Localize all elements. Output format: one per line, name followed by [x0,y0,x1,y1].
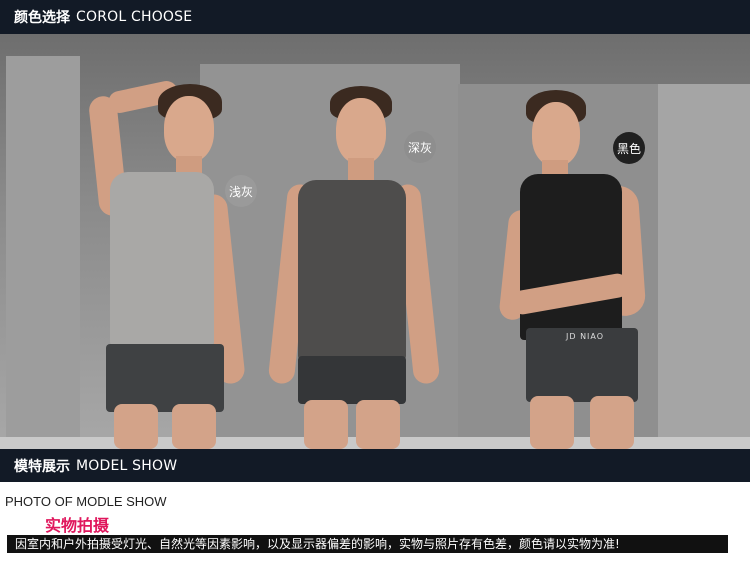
caption-en: PHOTO OF MODLE SHOW [5,494,167,509]
boxer-brief [298,356,406,404]
model-light-grey: 浅灰 [80,34,270,449]
color-badge-light-grey: 浅灰 [225,175,257,207]
color-label: 深灰 [407,140,432,155]
color-disclaimer: 因室内和户外拍摄受灯光、自然光等因素影响，以及显示器偏差的影响，实物与照片存有色… [7,535,728,553]
waistband-logo: JD NIAO [566,332,605,341]
section-bar: 模特展示 MODEL SHOW [0,449,750,482]
right-leg [590,396,634,449]
header-bar: 颜色选择 COROL CHOOSE [0,0,750,34]
header-title-en: COROL CHOOSE [76,9,193,25]
header-title-cn: 颜色选择 [14,10,70,26]
model-black: JD NIAO 黑色 [480,34,670,449]
backdrop-panel-far-right [658,84,750,449]
model-dark-grey: 深灰 [267,34,460,449]
head [532,102,580,166]
color-badge-dark-grey: 深灰 [404,131,436,163]
tank-top [110,172,214,346]
backdrop-panel-left [6,56,80,449]
tank-top [520,174,622,340]
model-photo: 浅灰 深灰 JD NIAO 黑色 [0,34,750,449]
section-title-cn: 模特展示 [14,458,70,475]
head [164,96,214,162]
head [336,98,386,164]
color-label: 黑色 [616,141,641,156]
neck [348,158,374,180]
color-label: 浅灰 [228,184,253,199]
tank-top [298,180,406,360]
left-leg [114,404,158,449]
left-leg [304,400,348,449]
caption-cn: 实物拍摄 [45,516,110,535]
left-leg [530,396,574,449]
right-leg [172,404,216,449]
boxer-brief [106,344,224,412]
section-title-en: MODEL SHOW [76,457,178,474]
color-badge-black: 黑色 [613,132,645,164]
right-leg [356,400,400,449]
